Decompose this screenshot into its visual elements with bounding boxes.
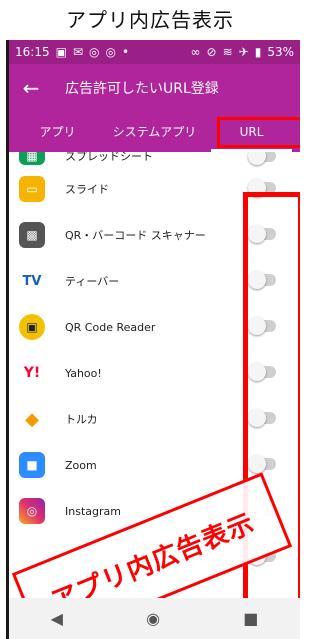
toggle-switch[interactable]	[248, 152, 276, 165]
app-name: スプレッドシート	[65, 152, 153, 163]
image-caption: アプリ内広告表示	[66, 8, 234, 32]
app-bar: ← 広告許可したいURL登録	[9, 64, 300, 112]
navigation-bar: ◀ ◉ ■	[9, 598, 300, 639]
dot-icon: •	[121, 45, 130, 59]
app-name: ティーバー	[65, 275, 120, 288]
link-icon: ∞	[190, 45, 201, 59]
status-left: 16:15 ▣ ✉ ◎ ◎ •	[15, 40, 129, 64]
status-time: 16:15	[15, 45, 50, 59]
app-name: Yahoo!	[65, 366, 102, 380]
battery-icon: ▮	[254, 45, 262, 59]
mute-icon: ⊘	[206, 45, 217, 59]
slides-icon: ▭	[19, 176, 45, 202]
app-name: QR・バーコード スキャナー	[65, 229, 206, 242]
tab-apps[interactable]: アプリ	[9, 112, 106, 152]
app-name: Zoom	[65, 458, 97, 472]
image-icon: ▣	[55, 45, 67, 59]
status-bar: 16:15 ▣ ✉ ◎ ◎ • ∞ ⊘ ≋ ✈ ▮ 53%	[9, 40, 300, 64]
instagram-icon: ◎	[89, 45, 100, 59]
status-right: ∞ ⊘ ≋ ✈ ▮ 53%	[191, 40, 294, 64]
yahoo-icon: Y!	[19, 360, 45, 386]
page-title: 広告許可したいURL登録	[65, 81, 219, 97]
zoom-icon: ■	[19, 452, 45, 478]
qr-icon: ▩	[19, 222, 45, 248]
tver-icon: TV	[19, 268, 45, 294]
list-item[interactable]: ▦ スプレッドシート	[9, 152, 300, 166]
back-arrow-icon[interactable]: ←	[9, 76, 53, 100]
mail-icon: ✉	[72, 45, 83, 59]
nav-recents-icon[interactable]: ■	[243, 609, 258, 628]
toruca-icon: ◆	[19, 406, 45, 432]
tab-system-apps[interactable]: システムアプリ	[106, 112, 203, 152]
wifi-icon: ≋	[222, 45, 233, 59]
instagram-icon: ◎	[19, 498, 45, 524]
nav-back-icon[interactable]: ◀	[51, 609, 63, 628]
airplane-icon: ✈	[238, 45, 249, 59]
sheets-icon: ▦	[19, 152, 45, 165]
battery-level: 53%	[267, 45, 294, 59]
app-name: トルカ	[65, 413, 98, 426]
toggle-column-highlight	[243, 192, 300, 635]
qr-reader-icon: ▣	[19, 314, 45, 340]
toggle-knob	[248, 152, 266, 165]
app-name: QR Code Reader	[65, 320, 156, 334]
app-name: Instagram	[65, 504, 121, 518]
phone-screen: 16:15 ▣ ✉ ◎ ◎ • ∞ ⊘ ≋ ✈ ▮ 53% ← 広告許可したいU…	[6, 40, 300, 639]
instagram-icon: ◎	[105, 45, 116, 59]
nav-home-icon[interactable]: ◉	[146, 609, 160, 628]
app-name: スライド	[65, 183, 109, 196]
url-tab-highlight	[217, 117, 300, 148]
